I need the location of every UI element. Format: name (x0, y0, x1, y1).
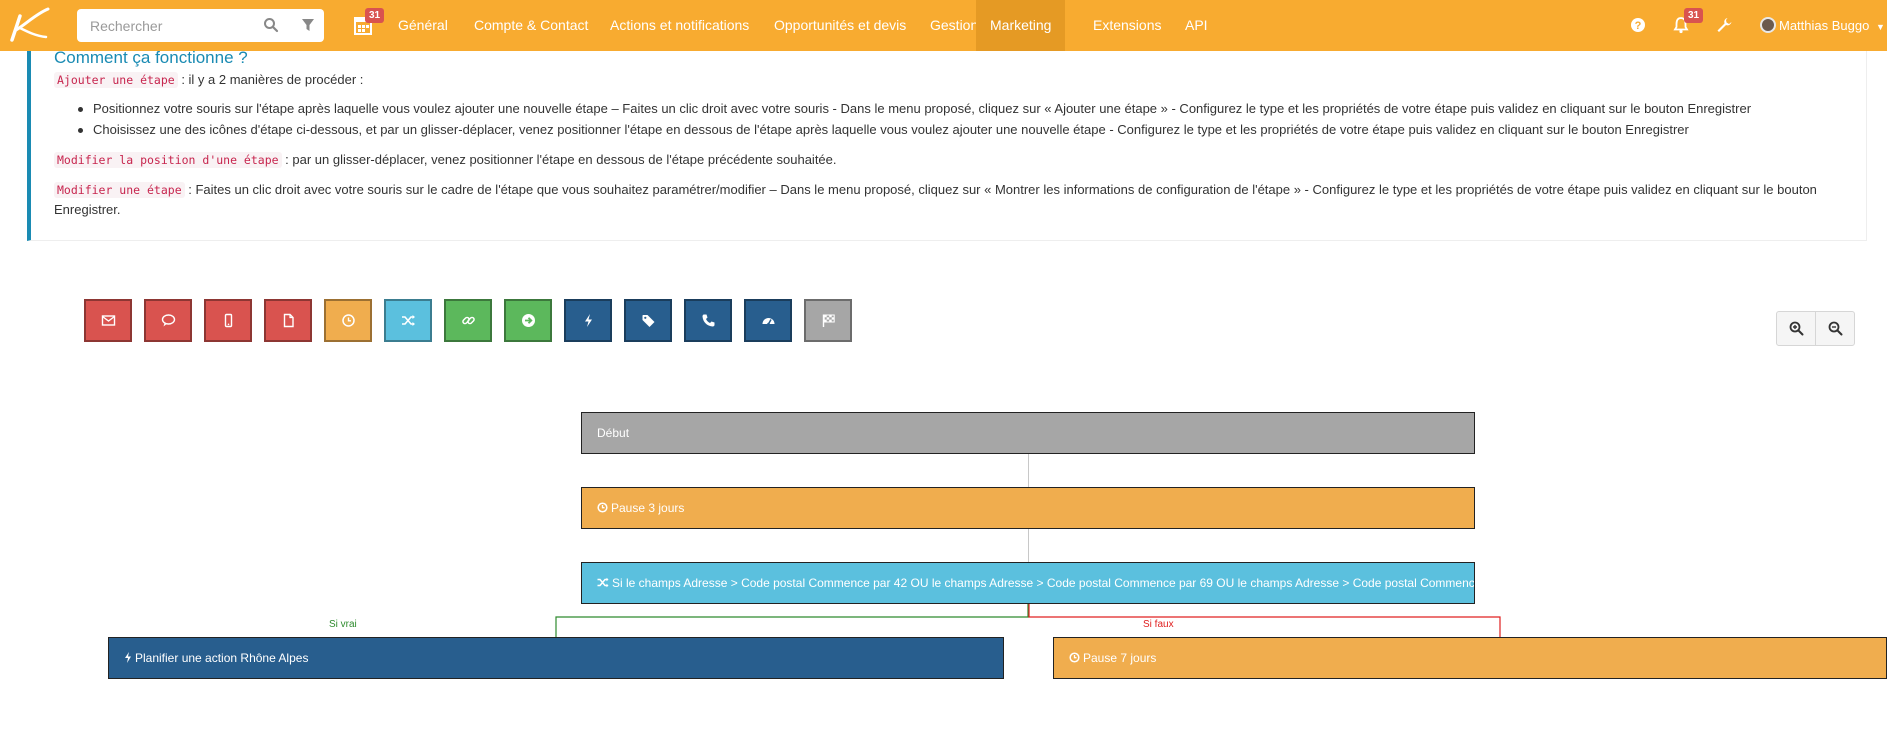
app-logo[interactable] (6, 6, 52, 44)
step-type-button-mobile[interactable] (204, 299, 252, 342)
step-type-button-clock[interactable] (324, 299, 372, 342)
random-icon (597, 564, 609, 603)
workflow-step-condition[interactable]: Si le champs Adresse > Code postal Comme… (581, 562, 1475, 604)
step-type-button-link[interactable] (444, 299, 492, 342)
move-step-code: Modifier la position d'une étape (54, 152, 282, 168)
help-panel: Comment ça fonctionne ? Ajouter une étap… (27, 48, 1867, 241)
filter-icon[interactable] (300, 17, 316, 33)
move-step-line: Modifier la position d'une étape : par u… (54, 152, 837, 168)
step-type-button-comment[interactable] (144, 299, 192, 342)
bolt-icon (124, 639, 132, 678)
add-step-line: Ajouter une étape : il y a 2 manières de… (54, 72, 364, 88)
true-branch-line (555, 604, 1029, 637)
step-label: Si le champs Adresse > Code postal Comme… (612, 576, 1475, 590)
nav-item-2[interactable]: Compte & Contact (474, 0, 588, 51)
clock-icon (342, 314, 355, 327)
edit-step-text-cont: Enregistrer. (54, 202, 121, 217)
step-type-button-file[interactable] (264, 299, 312, 342)
nav-item-1[interactable]: Général (398, 0, 448, 51)
tag-icon (642, 315, 655, 327)
edit-step-code: Modifier une étape (54, 182, 185, 198)
zoom-out-button[interactable] (1816, 312, 1855, 345)
random-icon (402, 315, 415, 326)
step-type-button-flag-checkered[interactable] (804, 299, 852, 342)
user-menu[interactable]: Matthias Buggo ▼ (1760, 0, 1885, 51)
clock-icon (1069, 639, 1080, 678)
nav-item-7[interactable]: Extensions (1093, 0, 1161, 51)
step-type-button-tag[interactable] (624, 299, 672, 342)
user-name: Matthias Buggo (1779, 18, 1870, 33)
connector-line (1028, 529, 1029, 562)
workflow-step-pause[interactable]: Pause 3 jours (581, 487, 1475, 529)
mobile-icon (224, 313, 233, 328)
nav-item-8[interactable]: API (1185, 0, 1208, 51)
zoom-controls (1776, 311, 1855, 346)
step-type-button-envelope[interactable] (84, 299, 132, 342)
clock-icon (597, 489, 608, 528)
zoom-out-icon (1828, 321, 1843, 336)
link-icon (462, 316, 475, 325)
search-input[interactable] (90, 9, 260, 42)
step-type-button-phone[interactable] (684, 299, 732, 342)
step-label: Pause 3 jours (611, 501, 685, 515)
workflow-step-start[interactable]: Début (581, 412, 1475, 454)
edit-step-line: Modifier une étape : Faites un clic droi… (54, 182, 1817, 198)
caret-down-icon: ▼ (1875, 22, 1885, 32)
nav-item-6[interactable]: Marketing (976, 0, 1066, 51)
wrench-icon[interactable] (1715, 16, 1733, 34)
avatar (1760, 17, 1776, 33)
search-box (77, 9, 324, 42)
search-icon[interactable] (263, 17, 279, 33)
step-label: Planifier une action Rhône Alpes (135, 651, 309, 665)
zoom-in-button[interactable] (1777, 312, 1816, 345)
step-label: Début (597, 426, 630, 440)
file-icon (283, 313, 294, 328)
edit-step-text: : Faites un clic droit avec votre souris… (184, 182, 1817, 197)
envelope-icon (101, 315, 116, 326)
notifications-badge: 31 (1684, 8, 1704, 23)
nav-item-4[interactable]: Opportunités et devis (774, 0, 906, 51)
phone-icon (702, 314, 715, 327)
add-step-bullet-1: Positionnez votre souris sur l'étape apr… (77, 101, 1752, 116)
workflow-step-action[interactable]: Planifier une action Rhône Alpes (108, 637, 1004, 679)
comment-icon (161, 314, 176, 327)
add-step-code: Ajouter une étape (54, 72, 178, 88)
flag-checkered-icon (822, 314, 835, 327)
bolt-icon (585, 314, 592, 327)
add-step-text: : il y a 2 manières de procéder : (177, 72, 364, 87)
move-step-text: : par un glisser-déplacer, venez positio… (281, 152, 837, 167)
step-type-button-dashboard[interactable] (744, 299, 792, 342)
calendar-badge: 31 (365, 8, 385, 23)
arrow-circle-right-icon (522, 314, 535, 327)
add-step-bullet-2: Choisissez une des icônes d'étape ci-des… (78, 122, 1689, 137)
nav-item-5[interactable]: Gestion (930, 0, 978, 51)
connector-line (1028, 454, 1029, 487)
help-icon[interactable]: ? (1629, 16, 1647, 34)
step-type-button-random[interactable] (384, 299, 432, 342)
top-navbar: 31 Général Compte & Contact Actions et not… (0, 0, 1887, 51)
step-type-button-bolt[interactable] (564, 299, 612, 342)
nav-item-3[interactable]: Actions et notifications (610, 0, 749, 51)
zoom-in-icon (1789, 321, 1804, 336)
step-type-button-arrow-circle-right[interactable] (504, 299, 552, 342)
step-label: Pause 7 jours (1083, 651, 1157, 665)
svg-text:?: ? (1635, 20, 1642, 32)
false-branch-line (1028, 604, 1501, 637)
branch-true-label: Si vrai (329, 619, 357, 630)
workflow-step-pause[interactable]: Pause 7 jours (1053, 637, 1887, 679)
panel-title: Comment ça fonctionne ? (54, 48, 248, 67)
dashboard-icon (762, 318, 775, 326)
branch-false-label: Si faux (1143, 619, 1174, 630)
